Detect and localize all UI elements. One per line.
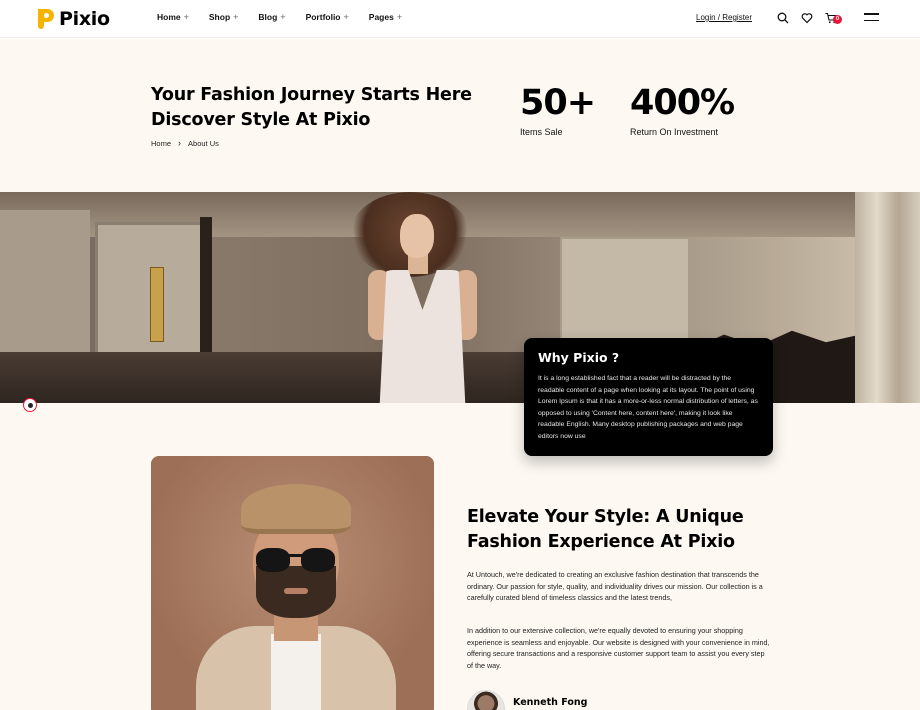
stat-label: Items Sale: [520, 127, 563, 137]
why-text: It is a long established fact that a rea…: [538, 375, 758, 440]
plus-icon: +: [396, 12, 403, 22]
stat-roi: 400% Return On Investment: [630, 83, 735, 137]
hero-title: Your Fashion Journey Starts Here Discove…: [151, 83, 472, 133]
logo-text: Pixio: [59, 8, 110, 30]
nav-item-home[interactable]: Home +: [157, 12, 189, 22]
hero-banner-image: [0, 192, 920, 403]
stat-value: 400%: [630, 83, 735, 123]
breadcrumb-home[interactable]: Home: [151, 139, 171, 148]
nav-label: Pages: [368, 12, 394, 22]
plus-icon: +: [280, 12, 286, 22]
logo[interactable]: Pixio: [38, 8, 110, 30]
plus-icon: +: [343, 12, 349, 22]
site-header: Pixio Home + Shop + Blog + Portfolio + Pages…: [0, 0, 920, 38]
about-title-line: Fashion Experience At Pixio: [467, 532, 735, 552]
breadcrumb-current: About Us: [188, 138, 219, 148]
scroll-indicator[interactable]: [23, 398, 37, 412]
login-register-link[interactable]: Login / Register: [696, 13, 752, 22]
model-portrait-image: [151, 456, 434, 710]
plus-icon: +: [233, 12, 239, 22]
stat-label: Return On Investment: [630, 127, 719, 137]
about-title: Elevate Your Style: A Unique Fashion Exp…: [467, 505, 787, 555]
about-paragraph: In addition to our extensive collection,…: [467, 626, 770, 670]
nav-label: Portfolio: [305, 12, 341, 22]
search-icon[interactable]: [777, 12, 789, 24]
about-section: [0, 403, 920, 710]
about-paragraph: At Untouch, we're dedicated to creating …: [467, 570, 763, 602]
author: Kenneth Fong: [467, 690, 587, 710]
heart-icon[interactable]: [801, 12, 813, 24]
why-title: Why Pixio ?: [538, 350, 620, 365]
author-name: Kenneth Fong: [513, 696, 588, 708]
breadcrumb: Home › About Us: [151, 138, 219, 148]
chevron-right-icon: ›: [178, 138, 182, 148]
nav-label: Blog: [258, 12, 278, 22]
hero-title-line: Discover Style At Pixio: [151, 110, 371, 130]
nav-item-blog[interactable]: Blog +: [258, 12, 285, 22]
avatar: [467, 690, 505, 710]
nav-label: Home: [157, 12, 181, 22]
nav-item-pages[interactable]: Pages +: [369, 12, 402, 22]
stat-items-sale: 50+ Items Sale: [520, 83, 596, 137]
nav-item-shop[interactable]: Shop +: [209, 12, 239, 22]
cart-count-badge: 0: [833, 15, 842, 24]
menu-icon[interactable]: [864, 13, 879, 23]
about-title-line: Elevate Your Style: A Unique: [467, 507, 744, 527]
logo-icon: [38, 9, 54, 29]
why-pixio-card: Why Pixio ? It is a long established fac…: [524, 338, 773, 456]
page-hero: Your Fashion Journey Starts Here Discove…: [0, 39, 920, 192]
hero-title-line: Your Fashion Journey Starts Here: [151, 85, 472, 105]
stat-value: 50+: [520, 83, 596, 123]
main-nav: Home + Shop + Blog + Portfolio + Pages +: [157, 12, 422, 22]
nav-item-portfolio[interactable]: Portfolio +: [306, 12, 349, 22]
nav-label: Shop: [208, 12, 231, 22]
plus-icon: +: [183, 12, 189, 22]
